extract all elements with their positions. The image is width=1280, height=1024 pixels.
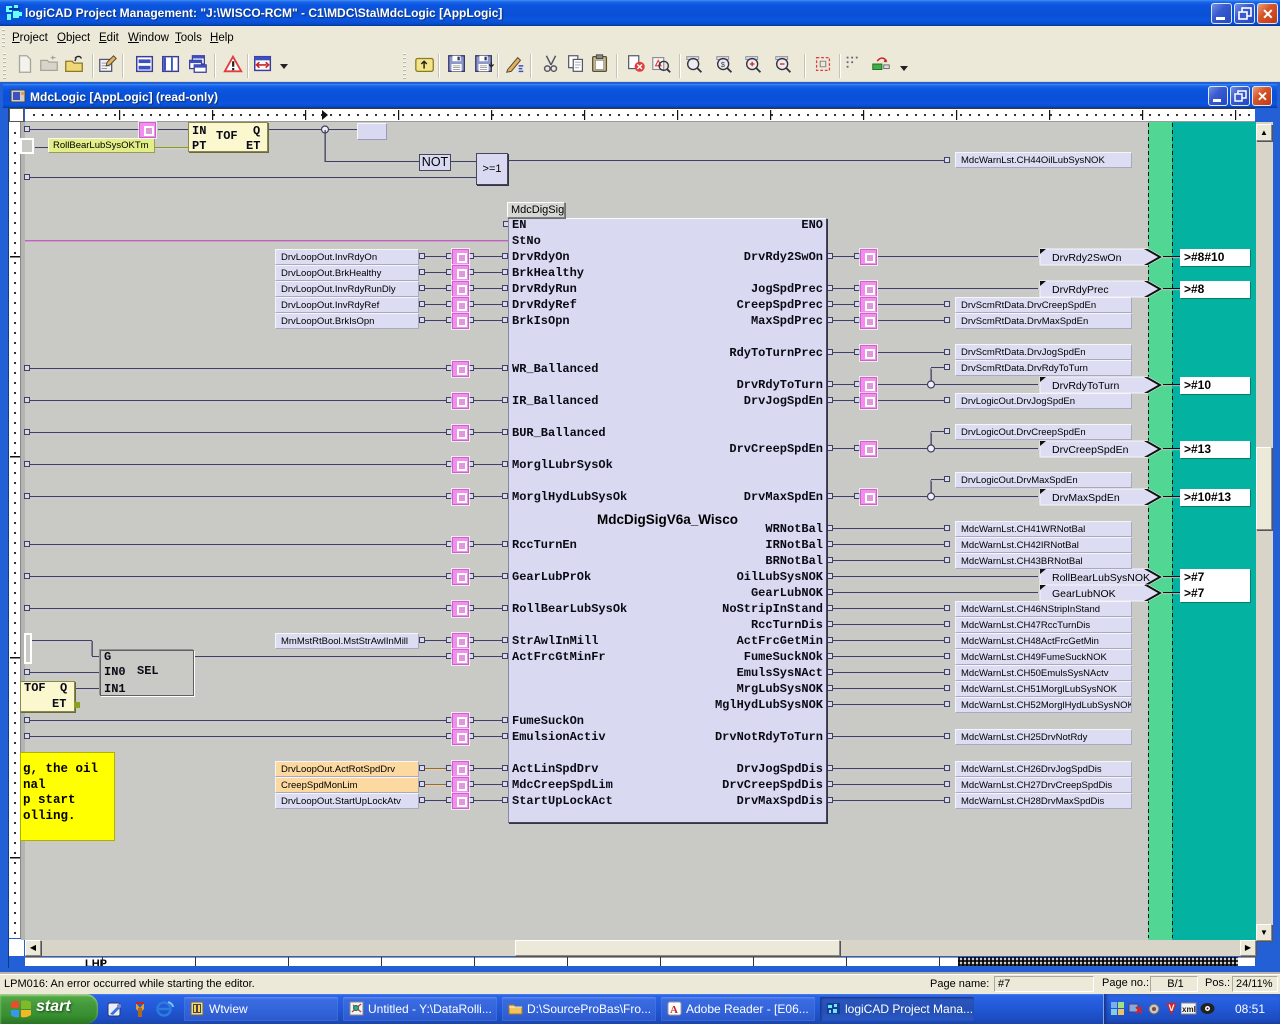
svg-text:DrvRdy2SwOn: DrvRdy2SwOn: [1052, 252, 1122, 264]
svg-text:DrvCreepSpdEn: DrvCreepSpdEn: [1052, 444, 1129, 456]
svg-text:GearLubNOK: GearLubNOK: [1052, 588, 1116, 600]
svg-text:xml: xml: [1182, 1005, 1196, 1014]
svg-text:DrvMaxSpdEn: DrvMaxSpdEn: [1052, 492, 1120, 504]
svg-text:RollBearLubSysNOK: RollBearLubSysNOK: [1052, 572, 1150, 584]
svg-text:DrvRdyToTurn: DrvRdyToTurn: [1052, 380, 1119, 392]
svg-text:V: V: [1169, 1003, 1175, 1013]
svg-text:DrvRdyPrec: DrvRdyPrec: [1052, 284, 1109, 296]
